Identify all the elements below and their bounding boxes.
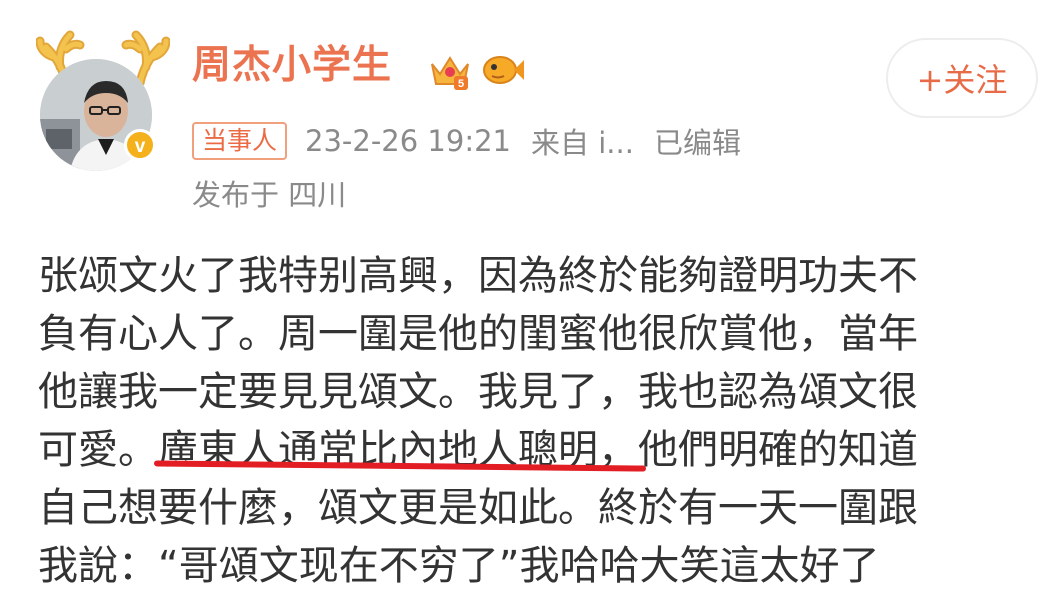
red-underlined-phrase: 廣東人通常比內地人聰明，	[153, 421, 647, 479]
svg-text:v: v	[135, 136, 146, 157]
follow-button[interactable]: +关注	[886, 38, 1038, 118]
post-source[interactable]: 来自 i...	[531, 120, 634, 162]
post-location: 发布于 四川	[192, 178, 347, 212]
post-line: 张颂文火了我特别高興，因為終於能夠證明功夫不	[38, 253, 918, 299]
author-avatar-container[interactable]: v	[30, 25, 170, 171]
post-line: 自己想要什麼，頌文更是如此。終於有一天一圍跟	[38, 485, 918, 531]
involved-party-tag[interactable]: 当事人	[192, 122, 288, 160]
post-line: 他讓我一定要見見頌文。我見了，我也認為頌文很	[38, 369, 918, 415]
fish-icon[interactable]	[480, 52, 526, 88]
verified-icon: v	[124, 129, 156, 161]
post-text-segment: 可愛。	[38, 427, 158, 473]
crown-icon[interactable]: 5	[428, 50, 472, 92]
post-line-highlighted: 可愛。廣東人通常比內地人聰明， 他們明確的知道	[38, 421, 1038, 479]
author-name[interactable]: 周杰小学生	[192, 46, 392, 85]
post-line: 我說：“哥頌文现在不穷了”我哈哈大笑這太好了	[38, 543, 880, 589]
post-line: 負有心人了。周一圍是他的閨蜜他很欣賞他，當年	[38, 311, 918, 357]
post-timestamp: 23-2-26 19:21	[305, 124, 511, 158]
post-content[interactable]: 张颂文火了我特别高興，因為終於能夠證明功夫不 負有心人了。周一圍是他的閨蜜他很欣…	[38, 247, 1038, 595]
post-text-segment: 他們明確的知道	[638, 427, 918, 473]
svg-text:5: 5	[458, 78, 464, 90]
edited-label[interactable]: 已编辑	[654, 120, 741, 162]
post-meta: 当事人 23-2-26 19:21 来自 i... 已编辑	[192, 122, 761, 160]
